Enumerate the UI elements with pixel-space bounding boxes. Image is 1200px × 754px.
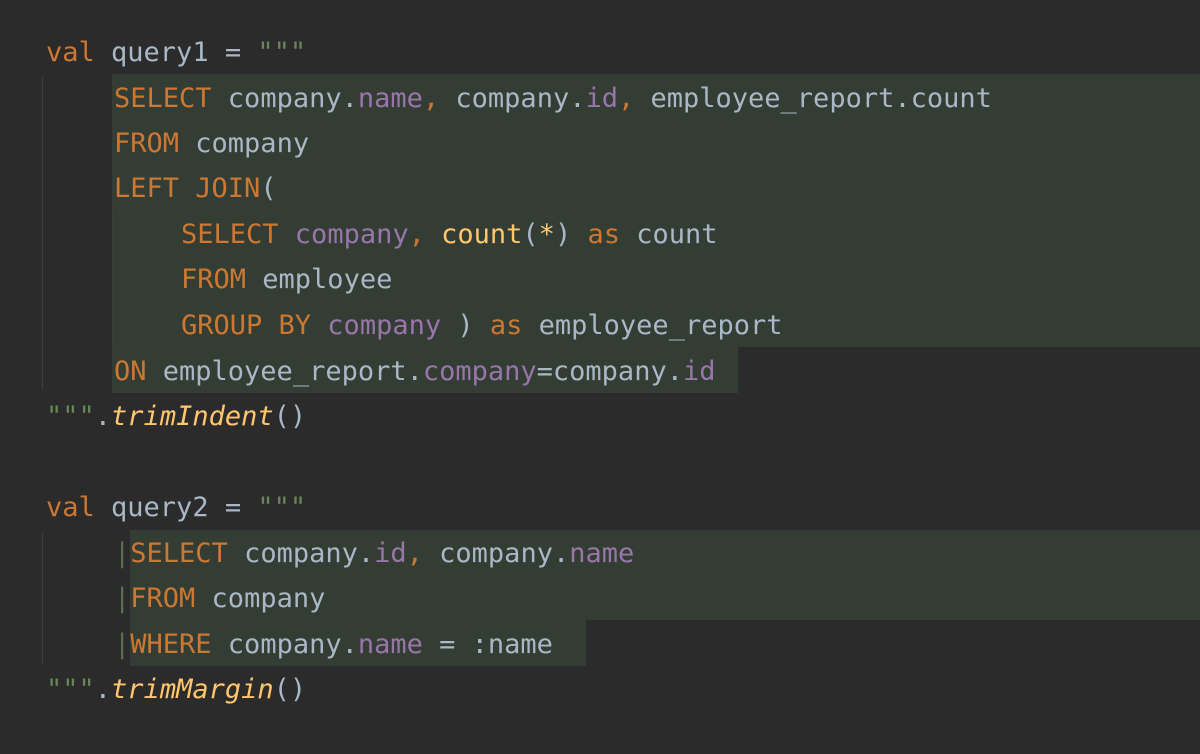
code-line: |FROM company — [114, 576, 325, 621]
sql-function: * — [538, 219, 555, 250]
indent-guide-nested — [112, 210, 113, 345]
identifier: query2 = — [94, 492, 258, 523]
sql-text: company — [195, 583, 326, 614]
keyword: val — [46, 37, 95, 68]
parens: () — [273, 674, 307, 705]
sql-keyword: ON — [114, 356, 147, 387]
code-line: |WHERE company.name = :name — [114, 622, 569, 667]
sql-text: company. — [227, 538, 375, 569]
sql-text: employee_report — [522, 310, 783, 341]
sql-text: company — [179, 128, 310, 159]
sql-text: count — [619, 219, 718, 250]
string-delimiter: """ — [46, 674, 95, 705]
sql-text: company. — [211, 83, 358, 114]
code-line: GROUP BY company ) as employee_report — [181, 303, 782, 348]
sql-column: id — [585, 83, 618, 114]
sql-function: count — [424, 219, 523, 250]
sql-column: name — [569, 538, 635, 569]
sql-text: ) — [554, 219, 572, 250]
string-delimiter: """ — [257, 37, 307, 68]
code-line: SELECT company, count(*) as count — [181, 212, 718, 257]
sql-keyword: SELECT — [181, 219, 279, 250]
sql-punct: as — [489, 310, 523, 341]
sql-keyword: FROM — [114, 128, 180, 159]
indent-guide — [42, 532, 43, 664]
method-call-trimindent: trimIndent — [111, 401, 274, 432]
sql-keyword: FROM — [181, 264, 247, 295]
sql-text: employee — [246, 264, 393, 295]
sql-column: id — [682, 356, 716, 387]
sql-text: ( — [522, 219, 539, 250]
sql-keyword: SELECT — [114, 83, 212, 114]
margin-prefix: | — [114, 583, 131, 614]
method-call-trimmargin: trimMargin — [111, 674, 274, 705]
margin-prefix: | — [114, 629, 131, 660]
identifier: query1 = — [94, 37, 258, 68]
string-delimiter: """ — [257, 492, 307, 523]
sql-text: company. — [439, 83, 586, 114]
sql-keyword: SELECT — [130, 538, 228, 569]
code-line: |SELECT company.id, company.name — [114, 531, 634, 576]
dot: . — [94, 401, 112, 432]
sql-keyword: GROUP BY — [181, 310, 312, 341]
parens: () — [273, 401, 307, 432]
code-line: """.trimMargin() — [46, 667, 306, 712]
sql-text: employee_report.count — [634, 83, 992, 114]
sql-column: name — [357, 83, 423, 114]
indent-guide — [42, 76, 43, 390]
code-editor[interactable]: val query1 = """ SELECT company.name, co… — [0, 0, 1200, 754]
code-line: FROM employee — [181, 257, 392, 302]
sql-punct: , — [617, 83, 635, 114]
code-line: val query1 = """ — [46, 30, 306, 75]
code-line: val query2 = """ — [46, 485, 306, 530]
dot: . — [94, 674, 112, 705]
code-line: FROM company — [114, 121, 309, 166]
code-line: SELECT company.name, company.id, employe… — [114, 76, 992, 121]
sql-text: =company. — [536, 356, 683, 387]
sql-column: name — [357, 629, 423, 660]
string-delimiter: """ — [46, 401, 95, 432]
sql-keyword: WHERE — [130, 629, 212, 660]
sql-punct: , — [422, 83, 440, 114]
sql-punct: as — [571, 219, 620, 250]
code-line: LEFT JOIN( — [114, 166, 277, 211]
margin-prefix: | — [114, 538, 131, 569]
sql-text: company. — [422, 538, 570, 569]
sql-keyword: FROM — [130, 583, 196, 614]
sql-punct: , — [408, 219, 425, 250]
keyword: val — [46, 492, 95, 523]
code-line: ON employee_report.company=company.id — [114, 349, 715, 394]
sql-column: company — [278, 219, 409, 250]
sql-column: company — [311, 310, 442, 341]
sql-punct: , — [406, 538, 423, 569]
sql-column: id — [374, 538, 407, 569]
code-line: """.trimIndent() — [46, 394, 306, 439]
sql-text: ) — [441, 310, 490, 341]
sql-text: company. — [211, 629, 358, 660]
sql-text: ( — [260, 173, 277, 204]
sql-text: employee_report. — [146, 356, 423, 387]
sql-keyword: LEFT JOIN — [114, 173, 261, 204]
sql-column: company — [422, 356, 537, 387]
sql-text: = :name — [422, 629, 570, 660]
